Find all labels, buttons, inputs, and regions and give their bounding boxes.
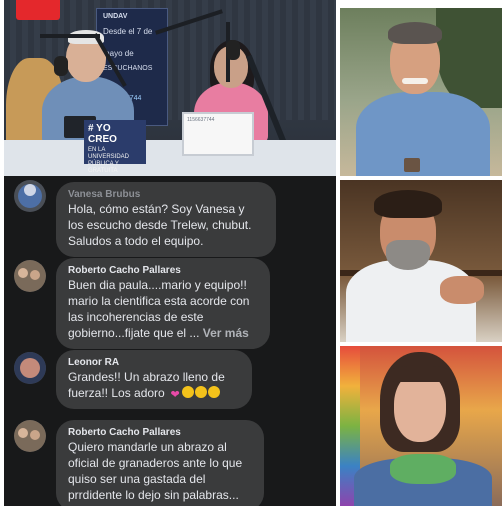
kiss-emoji-icon <box>182 386 195 398</box>
woman-scarf-portrait-icon <box>340 346 502 506</box>
monitor-line: 1156637744 <box>187 117 215 123</box>
kiss-emoji-icon <box>195 386 208 398</box>
comment-bubble: Roberto Cacho Pallares Quiero mandarle u… <box>56 420 264 506</box>
see-more-link[interactable]: Ver más <box>203 326 249 340</box>
kiss-emoji-icon <box>208 386 221 398</box>
microphone-icon <box>54 56 68 76</box>
banner-line: UNDAV <box>103 13 128 20</box>
avatar[interactable] <box>14 352 46 384</box>
avatar[interactable] <box>14 420 46 452</box>
sign-subtitle: EN LA UNIVERSIDAD PÚBLICA Y GRATUITA <box>88 147 130 174</box>
man-blue-shirt-portrait-icon <box>340 8 502 176</box>
comment-author[interactable]: Vanesa Brubus <box>68 188 264 201</box>
photo-column <box>340 0 502 506</box>
live-stream-panel: UNDAV Desde el 7 de mayo de ESCUCHANOS 1… <box>4 0 336 506</box>
sign-title: # YO CREO <box>88 123 117 145</box>
yo-creo-sign: # YO CREO EN LA UNIVERSIDAD PÚBLICA Y GR… <box>84 120 146 174</box>
comment-author[interactable]: Leonor RA <box>68 356 240 369</box>
man-beard-portrait-icon <box>340 180 502 342</box>
comment-text: Hola, cómo están? Soy Vanesa y los escuc… <box>68 202 252 248</box>
comment-author[interactable]: Roberto Cacho Pallares <box>68 264 258 277</box>
comment-text: Grandes!! Un abrazo lleno de fuerza!! Lo… <box>68 369 240 401</box>
comment-text: Quiero mandarle un abrazo al oficial de … <box>68 440 243 502</box>
comment-author[interactable]: Roberto Cacho Pallares <box>68 426 252 439</box>
microphone-icon <box>226 40 240 60</box>
avatar[interactable] <box>14 260 46 292</box>
studio-desk <box>4 140 336 176</box>
comment-bubble: Vanesa Brubus Hola, cómo están? Soy Vane… <box>56 182 276 257</box>
banner-line: mayo de <box>103 49 134 58</box>
live-badge <box>16 0 60 20</box>
banner-line: Desde el 7 de <box>103 27 153 36</box>
video-player[interactable]: UNDAV Desde el 7 de mayo de ESCUCHANOS 1… <box>4 0 336 176</box>
avatar[interactable] <box>14 180 46 212</box>
studio-monitor: 1156637744 <box>182 112 254 156</box>
mic-arm <box>40 34 100 38</box>
comment-bubble: Roberto Cacho Pallares Buen dia paula...… <box>56 258 270 349</box>
comment-bubble: Leonor RA Grandes!! Un abrazo lleno de f… <box>56 350 252 409</box>
comment-text: Buen dia paula....mario y equipo!! mario… <box>68 277 258 341</box>
sparkling-heart-icon: ❤ <box>170 389 180 401</box>
comments-list: Vanesa Brubus Hola, cómo están? Soy Vane… <box>4 176 336 506</box>
